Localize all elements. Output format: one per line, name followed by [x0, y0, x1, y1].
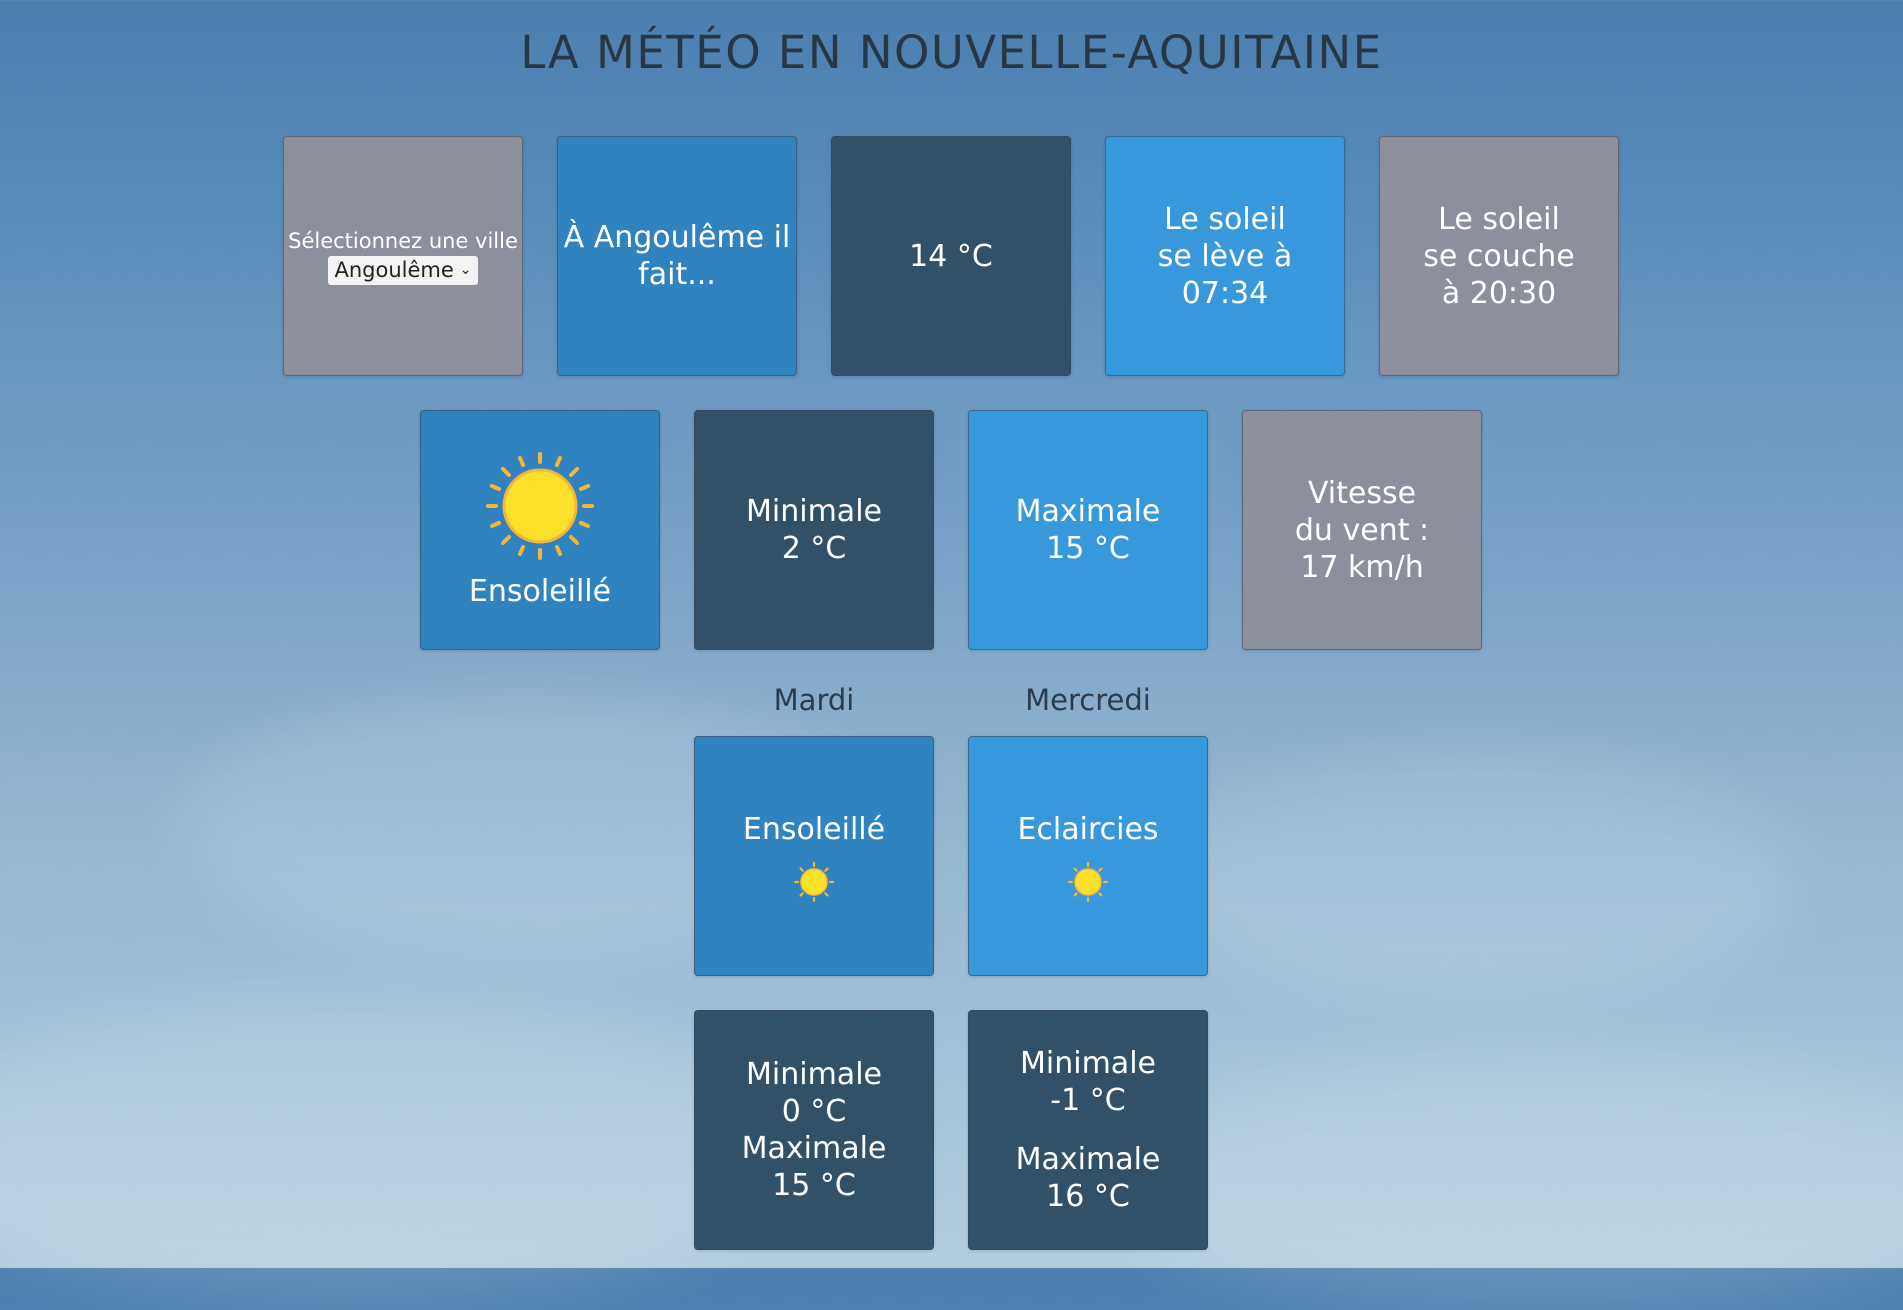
- sunrise-time: 07:34: [1181, 275, 1269, 311]
- today-condition: Ensoleillé: [468, 573, 612, 609]
- sunrise-card: Le soleil se lève à 07:34: [1105, 136, 1345, 376]
- sunset-line-1: Le soleil: [1438, 201, 1560, 237]
- wind-speed-value: 17 km/h: [1300, 549, 1424, 585]
- sunset-line-2: se couche: [1423, 238, 1575, 274]
- city-selector-label: Sélectionnez une ville: [288, 228, 518, 253]
- forecast-condition-card: Eclaircies: [968, 736, 1208, 976]
- current-temperature: 14 °C: [909, 238, 993, 274]
- city-select[interactable]: Angoulême ⌄: [328, 255, 478, 285]
- wind-speed-card: Vitesse du vent : 17 km/h: [1242, 410, 1482, 650]
- chevron-down-icon: ⌄: [459, 261, 472, 278]
- forecast-day-label: Mercredi: [1025, 683, 1151, 717]
- today-min-label: Minimale: [746, 494, 882, 529]
- sunset-time: à 20:30: [1441, 275, 1557, 311]
- forecast-min-label: Minimale: [746, 1057, 882, 1092]
- sunrise-line-1: Le soleil: [1164, 201, 1286, 237]
- sunrise-line-2: se lève à: [1157, 238, 1293, 274]
- today-max-card: Maximale 15 °C: [968, 410, 1208, 650]
- wind-line-1: Vitesse: [1307, 475, 1417, 511]
- forecast-day-label: Mardi: [773, 683, 855, 717]
- forecast-max-value: 15 °C: [772, 1168, 856, 1203]
- forecast-minmax-card: Minimale -1 °C Maximale 16 °C: [968, 1010, 1208, 1250]
- wind-line-2: du vent :: [1294, 512, 1430, 548]
- forecast-max-label: Maximale: [1015, 1142, 1161, 1177]
- forecast-condition: Eclaircies: [1017, 811, 1159, 847]
- sun-icon: [486, 451, 594, 560]
- today-min-card: Minimale 2 °C: [694, 410, 934, 650]
- today-min-value: 2 °C: [781, 531, 847, 566]
- forecast-max-label: Maximale: [741, 1131, 887, 1166]
- today-max-label: Maximale: [1015, 494, 1161, 529]
- forecast-min-value: -1 °C: [1050, 1083, 1126, 1118]
- forecast-max-value: 16 °C: [1046, 1179, 1130, 1214]
- sun-icon: [794, 861, 834, 902]
- sunset-card: Le soleil se couche à 20:30: [1379, 136, 1619, 376]
- page-title: LA MÉTÉO EN NOUVELLE-AQUITAINE: [520, 26, 1383, 79]
- current-temperature-card: 14 °C: [831, 136, 1071, 376]
- forecast-condition: Ensoleillé: [742, 811, 886, 847]
- forecast-minmax-card: Minimale 0 °C Maximale 15 °C: [694, 1010, 934, 1250]
- forecast-min-label: Minimale: [1020, 1046, 1156, 1081]
- sun-icon: [1068, 861, 1108, 902]
- forecast-min-value: 0 °C: [781, 1094, 847, 1129]
- today-condition-card: Ensoleillé: [420, 410, 660, 650]
- intro-line-1: À Angoulême il: [563, 220, 791, 255]
- city-selector-card: Sélectionnez une ville Angoulême ⌄: [283, 136, 523, 376]
- today-max-value: 15 °C: [1046, 531, 1130, 566]
- city-select-value: Angoulême: [334, 257, 454, 282]
- forecast-condition-card: Ensoleillé: [694, 736, 934, 976]
- intro-card: À Angoulême il fait...: [557, 136, 797, 376]
- intro-line-2: fait...: [638, 257, 716, 292]
